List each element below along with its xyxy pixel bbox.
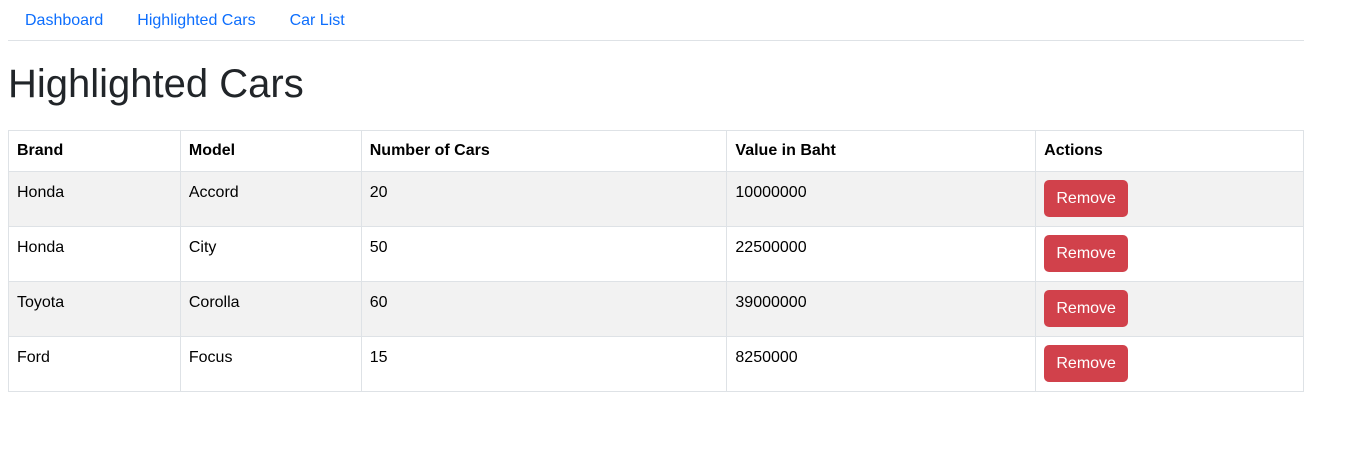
header-brand: Brand	[8, 130, 181, 172]
cell-model: Focus	[179, 336, 362, 392]
cell-number-of-cars: 50	[360, 226, 728, 282]
header-number-of-cars: Number of Cars	[360, 130, 728, 172]
cell-value-in-baht: 10000000	[726, 171, 1037, 227]
cell-actions: Remove	[1035, 226, 1304, 282]
cell-model: Corolla	[179, 281, 362, 337]
cell-number-of-cars: 60	[360, 281, 728, 337]
cell-model: City	[179, 226, 362, 282]
remove-button[interactable]: Remove	[1044, 180, 1129, 217]
table-row: Toyota Corolla 60 39000000 Remove	[8, 281, 1304, 337]
cell-actions: Remove	[1035, 171, 1304, 227]
header-value-in-baht: Value in Baht	[726, 130, 1037, 172]
cell-number-of-cars: 15	[360, 336, 728, 392]
cell-brand: Toyota	[8, 281, 181, 337]
remove-button[interactable]: Remove	[1044, 345, 1129, 382]
page-container: Dashboard Highlighted Cars Car List High…	[8, 0, 1304, 392]
remove-button[interactable]: Remove	[1044, 235, 1129, 272]
nav-link-dashboard[interactable]: Dashboard	[8, 0, 120, 41]
cell-value-in-baht: 8250000	[726, 336, 1037, 392]
table-row: Honda City 50 22500000 Remove	[8, 226, 1304, 282]
cell-number-of-cars: 20	[360, 171, 728, 227]
cell-actions: Remove	[1035, 281, 1304, 337]
table-row: Ford Focus 15 8250000 Remove	[8, 336, 1304, 392]
cell-value-in-baht: 22500000	[726, 226, 1037, 282]
nav-link-car-list[interactable]: Car List	[273, 0, 362, 41]
cell-value-in-baht: 39000000	[726, 281, 1037, 337]
cell-brand: Honda	[8, 171, 181, 227]
cell-brand: Honda	[8, 226, 181, 282]
top-nav: Dashboard Highlighted Cars Car List	[8, 0, 1304, 41]
page-title: Highlighted Cars	[8, 62, 304, 106]
table-row: Honda Accord 20 10000000 Remove	[8, 171, 1304, 227]
remove-button[interactable]: Remove	[1044, 290, 1129, 327]
table-header-row: Brand Model Number of Cars Value in Baht…	[8, 130, 1304, 172]
highlighted-cars-table: Brand Model Number of Cars Value in Baht…	[8, 130, 1304, 392]
header-model: Model	[179, 130, 362, 172]
cell-actions: Remove	[1035, 336, 1304, 392]
nav-link-highlighted-cars[interactable]: Highlighted Cars	[120, 0, 272, 41]
header-actions: Actions	[1035, 130, 1304, 172]
cell-model: Accord	[179, 171, 362, 227]
cell-brand: Ford	[8, 336, 181, 392]
